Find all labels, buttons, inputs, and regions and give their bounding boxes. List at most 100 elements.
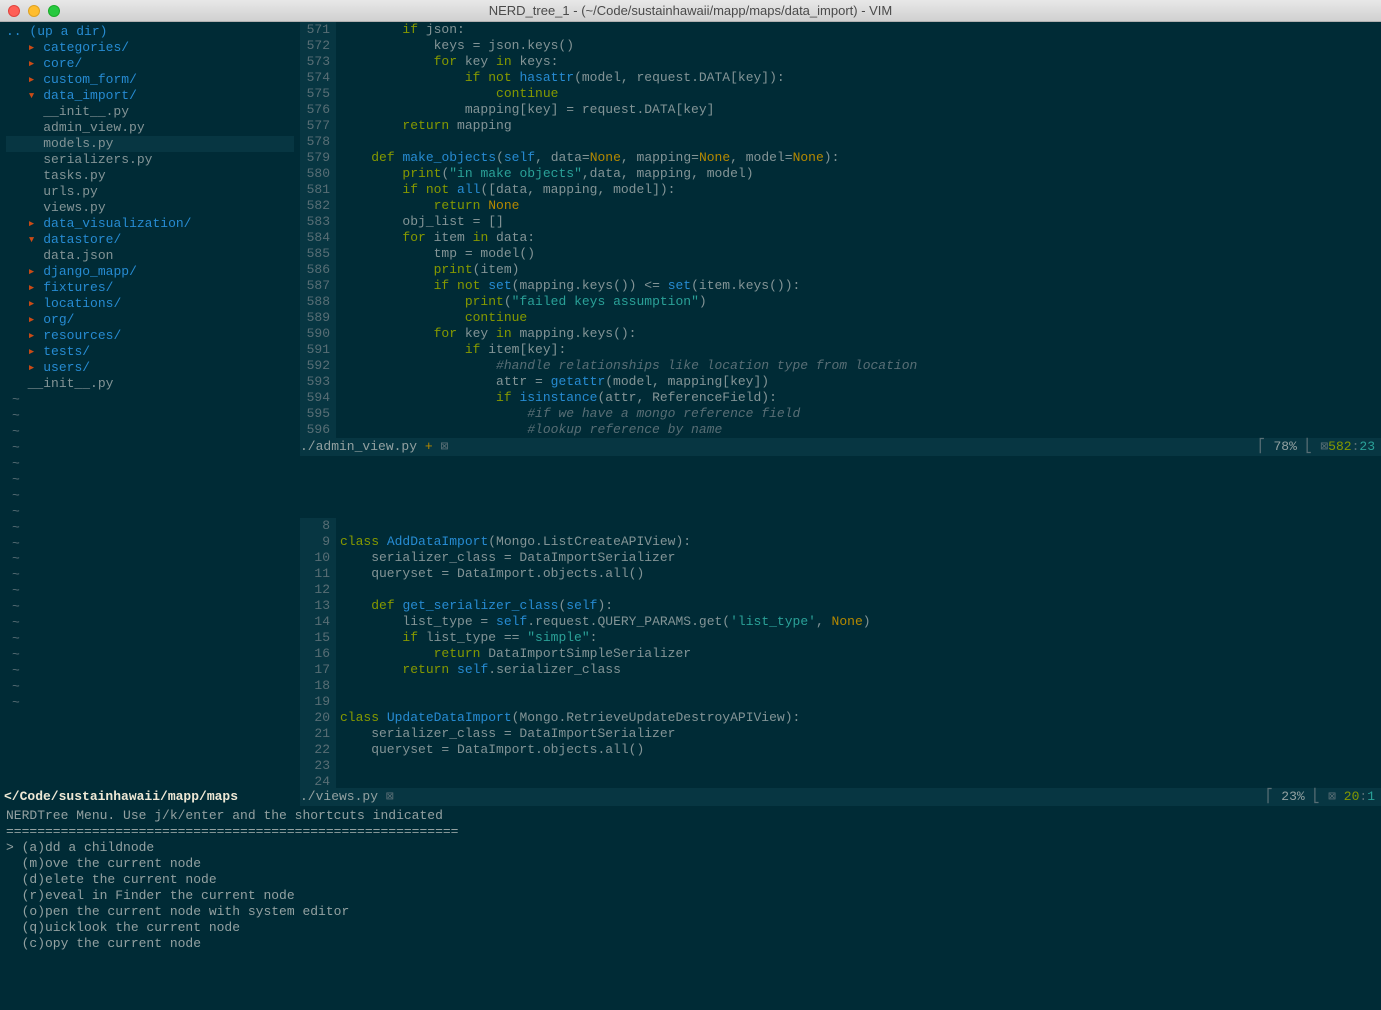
nerdtree-item[interactable]: ▸ resources/ [6, 328, 294, 344]
code-line[interactable]: 587 if not set(mapping.keys()) <= set(it… [300, 278, 1381, 294]
code-line[interactable]: 589 continue [300, 310, 1381, 326]
code-line[interactable]: 580 print("in make objects",data, mappin… [300, 166, 1381, 182]
nerdtree-item[interactable]: models.py [6, 136, 294, 152]
nerdtree-item[interactable]: ▸ org/ [6, 312, 294, 328]
line-number: 587 [300, 278, 336, 294]
nerdtree-item[interactable]: ▸ custom_form/ [6, 72, 294, 88]
code-line[interactable]: 583 obj_list = [] [300, 214, 1381, 230]
code-line[interactable]: 574 if not hasattr(model, request.DATA[k… [300, 70, 1381, 86]
line-number: 17 [300, 662, 336, 678]
code-line[interactable]: 23 [300, 758, 1381, 774]
nerdtree-root[interactable]: ▸ categories/ ▸ core/ ▸ custom_form/ ▾ d… [0, 40, 300, 711]
editor-pane-top[interactable]: 571 if json:572 keys = json.keys()573 fo… [300, 22, 1381, 518]
nerdtree-item[interactable]: serializers.py [6, 152, 294, 168]
tilde: ~ [6, 631, 294, 647]
code-line[interactable]: 22 queryset = DataImport.objects.all() [300, 742, 1381, 758]
code-line[interactable]: 15 if list_type == "simple": [300, 630, 1381, 646]
nerdtree-up[interactable]: .. (up a dir) [0, 24, 300, 40]
line-number: 583 [300, 214, 336, 230]
vim-area[interactable]: .. (up a dir) ▸ categories/ ▸ core/ ▸ cu… [0, 22, 1381, 1010]
tilde: ~ [6, 551, 294, 567]
code-line[interactable]: 585 tmp = model() [300, 246, 1381, 262]
code-line[interactable]: 19 [300, 694, 1381, 710]
menu-item[interactable]: (o)pen the current node with system edit… [6, 904, 1375, 920]
code-line[interactable]: 576 mapping[key] = request.DATA[key] [300, 102, 1381, 118]
statusline-mid: ./views.py ⊠ ⎡ 23% ⎣ ⊠ 20:1 [300, 788, 1381, 806]
code-line[interactable]: 582 return None [300, 198, 1381, 214]
nerdtree-item[interactable]: ▸ data_visualization/ [6, 216, 294, 232]
nerdtree-item[interactable]: ▸ categories/ [6, 40, 294, 56]
menu-item[interactable]: (m)ove the current node [6, 856, 1375, 872]
nerdtree-item[interactable]: ▸ fixtures/ [6, 280, 294, 296]
nerdtree-item[interactable]: data.json [6, 248, 294, 264]
code-line[interactable]: 595 #if we have a mongo reference field [300, 406, 1381, 422]
nerdtree-item[interactable]: views.py [6, 200, 294, 216]
nerdtree-item[interactable]: ▸ users/ [6, 360, 294, 376]
nerdtree-menu[interactable]: NERDTree Menu. Use j/k/enter and the sho… [0, 806, 1381, 1010]
nerdtree-item[interactable]: __init__.py [6, 376, 294, 392]
tilde: ~ [6, 663, 294, 679]
nerdtree-item[interactable]: ▾ datastore/ [6, 232, 294, 248]
code-line[interactable]: 591 if item[key]: [300, 342, 1381, 358]
nerdtree-item[interactable]: ▸ locations/ [6, 296, 294, 312]
editor-pane-middle[interactable]: 89class AddDataImport(Mongo.ListCreateAP… [300, 518, 1381, 788]
code-line[interactable]: 588 print("failed keys assumption") [300, 294, 1381, 310]
code-line[interactable]: 16 return DataImportSimpleSerializer [300, 646, 1381, 662]
nerdtree-item[interactable]: __init__.py [6, 104, 294, 120]
line-number: 20 [300, 710, 336, 726]
menu-item[interactable]: (d)elete the current node [6, 872, 1375, 888]
code-line[interactable]: 17 return self.serializer_class [300, 662, 1381, 678]
nerdtree-item[interactable]: admin_view.py [6, 120, 294, 136]
code-line[interactable]: 579 def make_objects(self, data=None, ma… [300, 150, 1381, 166]
code-line[interactable]: 572 keys = json.keys() [300, 38, 1381, 54]
line-number: 596 [300, 422, 336, 438]
nerdtree-item[interactable]: tasks.py [6, 168, 294, 184]
code-line[interactable]: 581 if not all([data, mapping, model]): [300, 182, 1381, 198]
nerdtree-item[interactable]: ▸ core/ [6, 56, 294, 72]
menu-header: NERDTree Menu. Use j/k/enter and the sho… [6, 808, 1375, 824]
code-line[interactable]: 592 #handle relationships like location … [300, 358, 1381, 374]
code-line[interactable]: 11 queryset = DataImport.objects.all() [300, 566, 1381, 582]
code-line[interactable]: 571 if json: [300, 22, 1381, 38]
code-line[interactable]: 10 serializer_class = DataImportSerializ… [300, 550, 1381, 566]
nerdtree-item[interactable]: ▾ data_import/ [6, 88, 294, 104]
code-line[interactable]: 590 for key in mapping.keys(): [300, 326, 1381, 342]
box-icon: ⊠ [1328, 789, 1336, 804]
menu-item[interactable]: (r)eveal in Finder the current node [6, 888, 1375, 904]
nerdtree-item[interactable]: urls.py [6, 184, 294, 200]
line-number: 12 [300, 582, 336, 598]
code-line[interactable]: 12 [300, 582, 1381, 598]
code-line[interactable]: 578 [300, 134, 1381, 150]
nerdtree-item[interactable]: ▸ tests/ [6, 344, 294, 360]
code-line[interactable]: 586 print(item) [300, 262, 1381, 278]
nerdtree-panel[interactable]: .. (up a dir) ▸ categories/ ▸ core/ ▸ cu… [0, 22, 300, 788]
code-line[interactable]: 584 for item in data: [300, 230, 1381, 246]
code-line[interactable]: 575 continue [300, 86, 1381, 102]
menu-item[interactable]: (q)uicklook the current node [6, 920, 1375, 936]
code-line[interactable]: 577 return mapping [300, 118, 1381, 134]
code-line[interactable]: 14 list_type = self.request.QUERY_PARAMS… [300, 614, 1381, 630]
line-number: 588 [300, 294, 336, 310]
code-line[interactable]: 13 def get_serializer_class(self): [300, 598, 1381, 614]
code-line[interactable]: 20class UpdateDataImport(Mongo.RetrieveU… [300, 710, 1381, 726]
code-line[interactable]: 573 for key in keys: [300, 54, 1381, 70]
line-number: 586 [300, 262, 336, 278]
tilde: ~ [6, 536, 294, 552]
code-line[interactable]: 21 serializer_class = DataImportSerializ… [300, 726, 1381, 742]
code-line[interactable]: 594 if isinstance(attr, ReferenceField): [300, 390, 1381, 406]
code-line[interactable]: 24 [300, 774, 1381, 788]
line-number: 15 [300, 630, 336, 646]
code-line[interactable]: 9class AddDataImport(Mongo.ListCreateAPI… [300, 534, 1381, 550]
tilde: ~ [6, 488, 294, 504]
tilde: ~ [6, 647, 294, 663]
menu-item[interactable]: > (a)dd a childnode [6, 840, 1375, 856]
line-number: 574 [300, 70, 336, 86]
code-line[interactable]: 596 #lookup reference by name [300, 422, 1381, 438]
code-line[interactable]: 593 attr = getattr(model, mapping[key]) [300, 374, 1381, 390]
code-line[interactable]: 8 [300, 518, 1381, 534]
line-number: 575 [300, 86, 336, 102]
nerdtree-item[interactable]: ▸ django_mapp/ [6, 264, 294, 280]
line-number: 10 [300, 550, 336, 566]
menu-item[interactable]: (c)opy the current node [6, 936, 1375, 952]
code-line[interactable]: 18 [300, 678, 1381, 694]
